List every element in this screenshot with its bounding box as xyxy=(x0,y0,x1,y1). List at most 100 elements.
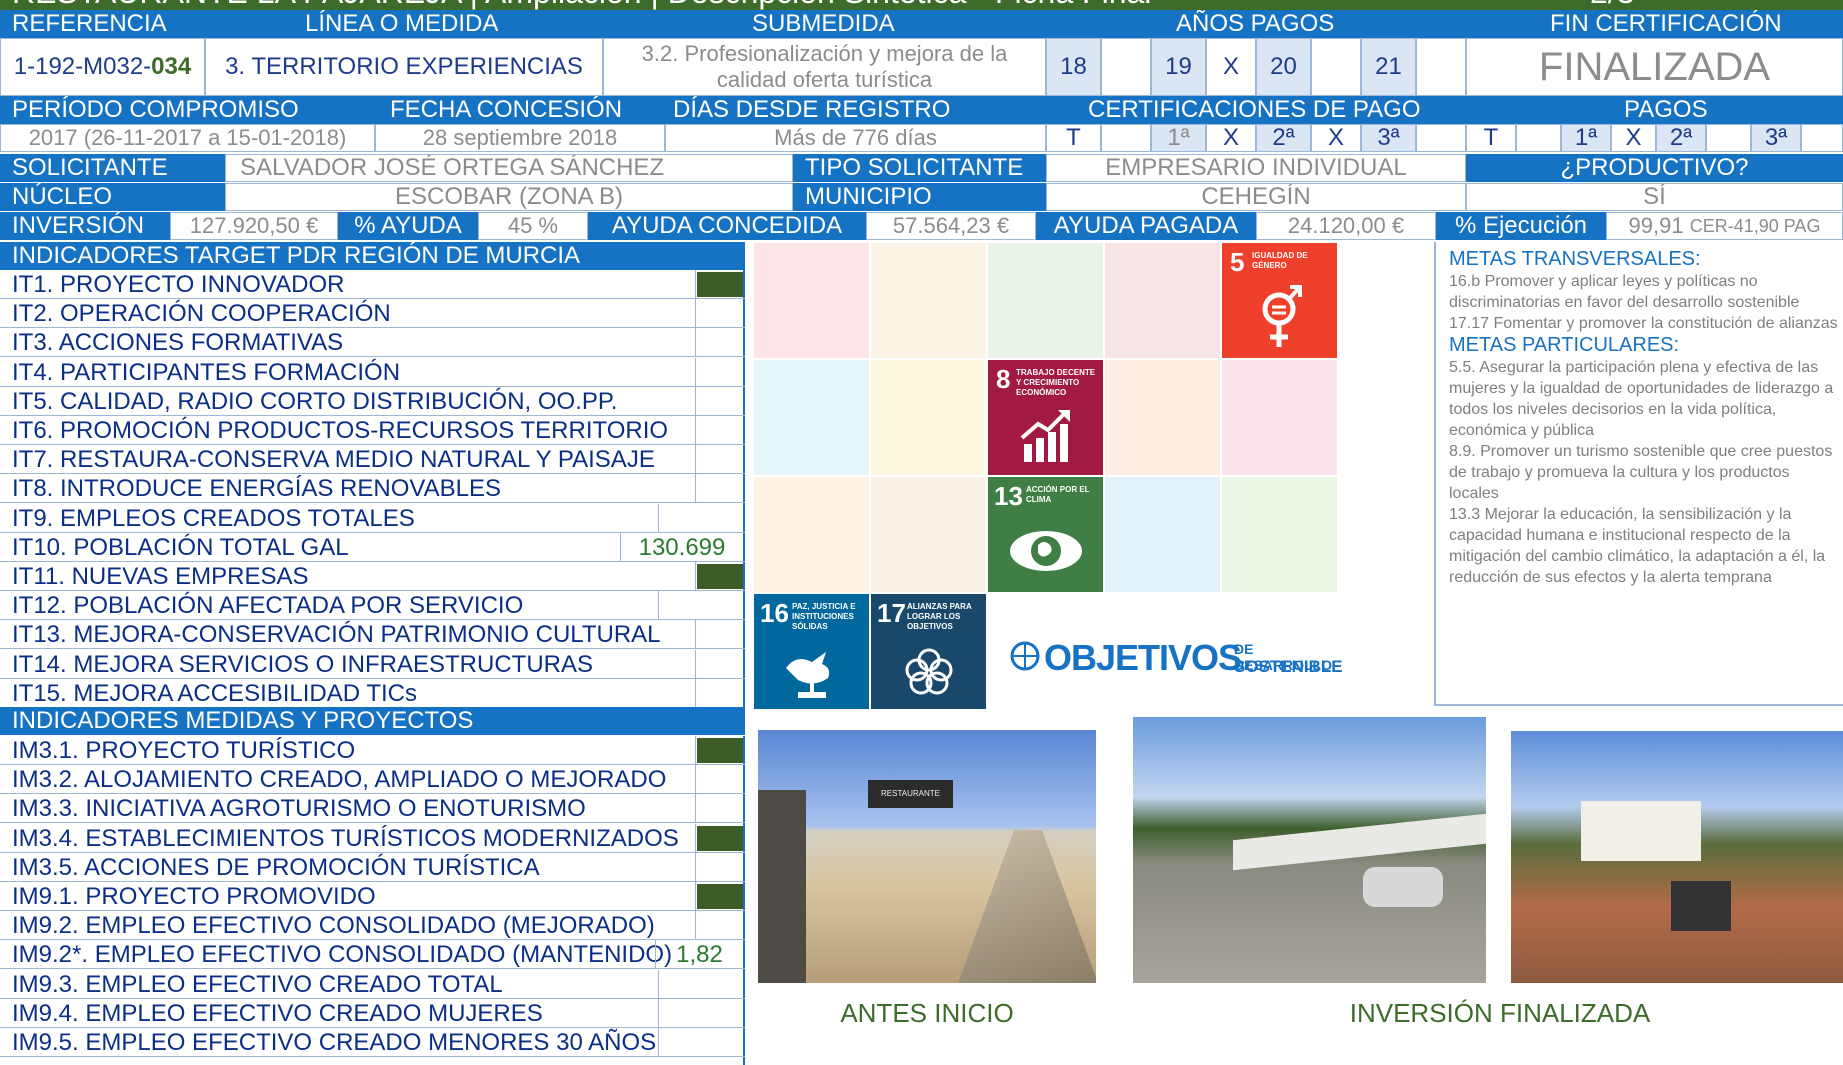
sdg-13-tile: 13 ACCIÓN POR EL CLIMA xyxy=(988,477,1103,592)
pct-ejecucion-value: 99,91 CER-41,90 PAG xyxy=(1606,212,1843,240)
year-21: 21 xyxy=(1361,38,1416,96)
indicador-medida-value: 1,82 xyxy=(655,940,743,969)
sdg-17-title: ALIANZAS PARA LOGRAR LOS OBJETIVOS xyxy=(907,602,972,631)
indicador-medida-label: IM3.5. ACCIONES DE PROMOCIÓN TURÍSTICA xyxy=(12,853,540,881)
indicadores-target-title: INDICADORES TARGET PDR REGIÓN DE MURCIA xyxy=(0,242,745,270)
sdg-13-title: ACCIÓN POR EL CLIMA xyxy=(1026,485,1090,504)
caption-after: INVERSIÓN FINALIZADA xyxy=(1349,998,1651,1028)
document-title: RESTAURANTE LA PAJAREJA | Ampliación | D… xyxy=(12,0,1151,10)
indicador-target-cell xyxy=(695,474,745,503)
sdg-logo-sub2: SOSTENIBLE xyxy=(1234,657,1343,676)
indicador-target-row: IT9. EMPLEOS CREADOS TOTALES xyxy=(0,503,745,533)
peace-justice-icon xyxy=(786,652,830,698)
meta-5-5: 5.5. Asegurar la participación plena y e… xyxy=(1449,359,1834,439)
sdg-1-tile xyxy=(754,243,869,358)
indicador-target-row: IT2. OPERACIÓN COOPERACIÓN xyxy=(0,299,745,329)
sdg-16-number: 16 xyxy=(760,598,789,628)
ayuda-concedida-value: 57.564,23 € xyxy=(866,212,1036,240)
indicador-medida-label: IM9.3. EMPLEO EFECTIVO CREADO TOTAL xyxy=(12,970,503,998)
indicador-medida-row: IM9.1. PROYECTO PROMOVIDO xyxy=(0,882,745,911)
ayuda-pagada-value: 24.120,00 € xyxy=(1256,212,1436,240)
hdr-anos-pagos: AÑOS PAGOS xyxy=(1176,10,1335,37)
indicador-target-label: IT8. INTRODUCE ENERGÍAS RENOVABLES xyxy=(12,475,501,503)
indicadores-medidas-title: INDICADORES MEDIDAS Y PROYECTOS xyxy=(0,707,745,735)
indicador-target-checked-mark xyxy=(697,564,743,589)
indicador-target-label: IT15. MEJORA ACCESIBILIDAD TICs xyxy=(12,679,417,707)
indicador-target-label: IT5. CALIDAD, RADIO CORTO DISTRIBUCIÓN, … xyxy=(12,387,618,415)
year-19: 19 xyxy=(1151,38,1206,96)
hdr-nucleo: NÚCLEO xyxy=(0,183,225,211)
indicador-medida-row: IM3.2. ALOJAMIENTO CREADO, AMPLIADO O ME… xyxy=(0,765,745,795)
sdg-5-tile: 5 IGUALDAD DE GÉNERO xyxy=(1222,243,1337,358)
year-19-mark: X xyxy=(1206,38,1256,96)
restaurant-sign: RESTAURANTE xyxy=(868,780,953,808)
indicador-medida-value xyxy=(658,998,743,1027)
indicador-medida-value xyxy=(658,1028,743,1056)
indicador-medida-row: IM9.2*. EMPLEO EFECTIVO CONSOLIDADO (MAN… xyxy=(0,940,745,970)
sdg-logo-main: OBJETIVOS xyxy=(1044,637,1242,678)
indicador-target-row: IT10. POBLACIÓN TOTAL GAL 130.699 xyxy=(0,532,745,562)
indicador-medida-label: IM3.4. ESTABLECIMIENTOS TURÍSTICOS MODER… xyxy=(12,824,679,852)
submedida-value: 3.2. Profesionalización y mejora de la c… xyxy=(603,38,1046,96)
productivo-value: SÍ xyxy=(1466,183,1843,211)
indicador-target-row: IT6. PROMOCIÓN PRODUCTOS-RECURSOS TERRIT… xyxy=(0,416,745,445)
indicador-target-row: IT11. NUEVAS EMPRESAS xyxy=(0,562,745,591)
sdg-17-tile: 17 ALIANZAS PARA LOGRAR LOS OBJETIVOS xyxy=(871,594,986,709)
meta-8-9: 8.9. Promover un turismo sostenible que … xyxy=(1449,443,1833,502)
sdg-5-title: IGUALDAD DE GÉNERO xyxy=(1252,251,1308,270)
hdr-pct-ayuda: % AYUDA xyxy=(338,212,478,240)
indicador-target-label: IT12. POBLACIÓN AFECTADA POR SERVICIO xyxy=(12,592,524,620)
cert-t-mark xyxy=(1101,124,1151,152)
photo-before: RESTAURANTE xyxy=(758,730,1096,983)
hdr-submedida: SUBMEDIDA xyxy=(752,10,895,37)
linea-value: 3. TERRITORIO EXPERIENCIAS xyxy=(205,38,603,96)
pago-t: T xyxy=(1466,124,1516,152)
indicador-medida-row: IM9.4. EMPLEO EFECTIVO CREADO MUJERES xyxy=(0,998,745,1028)
indicador-medida-label: IM3.1. PROYECTO TURÍSTICO xyxy=(12,737,356,764)
fin-cert-status: FINALIZADA xyxy=(1466,38,1843,96)
indicador-target-row: IT14. MEJORA SERVICIOS O INFRAESTRUCTURA… xyxy=(0,649,745,679)
indicador-target-value: 130.699 xyxy=(620,532,743,561)
indicador-medida-label: IM3.3. INICIATIVA AGROTURISMO O ENOTURIS… xyxy=(12,795,586,823)
un-emblem-icon xyxy=(1010,641,1040,671)
indicadores-medidas-list: IM3.1. PROYECTO TURÍSTICO IM3.2. ALOJAMIE… xyxy=(0,736,745,1065)
indicador-target-checked-mark xyxy=(697,272,743,297)
indicador-medida-row: IM3.5. ACCIONES DE PROMOCIÓN TURÍSTICA xyxy=(0,852,745,882)
indicador-medida-row: IM9.3. EMPLEO EFECTIVO CREADO TOTAL xyxy=(0,969,745,999)
indicador-target-cell xyxy=(695,328,745,357)
year-18: 18 xyxy=(1046,38,1101,96)
sdg-4-tile xyxy=(1105,243,1220,358)
sdg-13-number: 13 xyxy=(994,481,1023,511)
metas-panel: METAS TRANSVERSALES: 16.b Promover y apl… xyxy=(1434,242,1843,706)
hdr-certificaciones: CERTIFICACIONES DE PAGO xyxy=(1088,96,1421,123)
year-20: 20 xyxy=(1256,38,1311,96)
indicador-target-label: IT2. OPERACIÓN COOPERACIÓN xyxy=(12,300,391,328)
indicador-target-value xyxy=(658,591,743,620)
indicador-medida-cell xyxy=(695,765,745,794)
indicador-medida-cell xyxy=(695,852,745,881)
indicador-target-row: IT15. MEJORA ACCESIBILIDAD TICs xyxy=(0,678,745,708)
hdr-fecha: FECHA CONCESIÓN xyxy=(390,96,623,123)
sdg-16-title: PAZ, JUSTICIA E INSTITUCIONES SÓLIDAS xyxy=(792,602,856,631)
meta-17-17: 17.17 Fomentar y promover la constitució… xyxy=(1449,315,1838,332)
photo-after-parking xyxy=(1133,717,1486,983)
indicador-medida-cell xyxy=(695,911,745,940)
indicador-medida-label: IM9.4. EMPLEO EFECTIVO CREADO MUJERES xyxy=(12,999,543,1027)
pago-2: 2ª xyxy=(1656,124,1706,152)
solicitante-value: SALVADOR JOSÉ ORTEGA SÁNCHEZ xyxy=(225,154,793,182)
hdr-ayuda-concedida: AYUDA CONCEDIDA xyxy=(588,212,866,240)
hdr-referencia: REFERENCIA xyxy=(12,10,167,37)
photo-after-garden xyxy=(1511,731,1843,983)
sdg-logo: OBJETIVOS DE DESARROLLO SOSTENIBLE xyxy=(1010,633,1350,683)
inversion-value: 127.920,50 € xyxy=(170,212,338,240)
sdg-3-tile xyxy=(988,243,1103,358)
hdr-productivo: ¿PRODUCTIVO? xyxy=(1466,154,1843,182)
sdg-8-title: TRABAJO DECENTE Y CRECIMIENTO ECONÓMICO xyxy=(1016,368,1096,397)
pago-t-mark xyxy=(1516,124,1561,152)
year-18-mark xyxy=(1101,38,1151,96)
anos-pagos-grid: 18 19 X 20 21 xyxy=(1046,38,1466,96)
sdg-16-tile: 16 PAZ, JUSTICIA E INSTITUCIONES SÓLIDAS xyxy=(754,594,869,709)
indicador-target-cell xyxy=(695,678,745,707)
indicador-target-label: IT9. EMPLEOS CREADOS TOTALES xyxy=(12,504,415,532)
indicador-target-label: IT1. PROYECTO INNOVADOR xyxy=(12,271,345,298)
